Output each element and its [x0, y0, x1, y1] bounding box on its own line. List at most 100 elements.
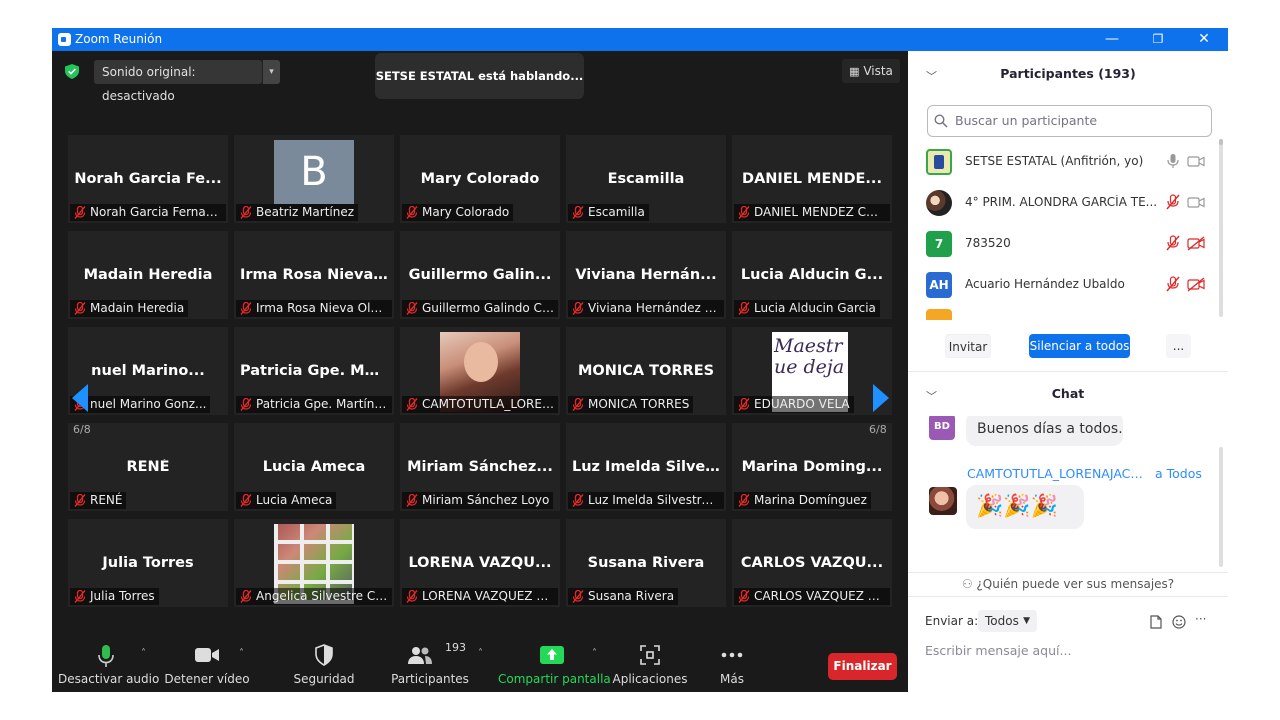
minimize-button[interactable]: — — [1089, 28, 1135, 51]
participants-button[interactable]: 193 Participantes — [386, 636, 474, 692]
participant-row[interactable]: 4° PRIM. ALONDRA GARCÍA TE... — [908, 183, 1218, 224]
close-button[interactable]: ✕ — [1181, 28, 1227, 51]
participant-display-name: Luz Imelda Silve... — [572, 459, 720, 475]
active-speaker-banner: SETSE ESTATAL está hablando... — [375, 53, 584, 99]
participant-name: nuel Marino Gonz... — [90, 397, 207, 411]
participant-tile[interactable]: LORENA VAZQU... LORENA VAZQUEZ A... — [400, 519, 560, 607]
video-camera-icon[interactable] — [1187, 194, 1205, 210]
participant-tile[interactable]: Patricia Gpe. Ma... Patricia Gpe. Martíne… — [234, 327, 394, 415]
who-can-see-notice[interactable]: ⚇ ¿Quién puede ver sus mensajes? — [908, 577, 1228, 591]
participant-tile[interactable]: Viviana Hernán... Viviana Hernández d... — [566, 231, 726, 319]
participant-name: CARLOS VAZQUEZ SA... — [754, 589, 890, 603]
video-camera-icon[interactable] — [1187, 153, 1205, 169]
security-shield-icon — [315, 644, 333, 666]
participant-name: MONICA TORRES — [588, 397, 690, 411]
participant-list: SETSE ESTATAL (Anfitrión, yo) 4° PRIM. AL… — [908, 142, 1218, 320]
microphone-icon[interactable] — [1164, 153, 1182, 169]
muted-microphone-icon[interactable] — [1164, 194, 1182, 210]
muted-microphone-icon — [738, 397, 750, 411]
page-indicator-right: 6/8 — [869, 423, 887, 436]
participant-search-input[interactable]: Buscar un participante — [927, 105, 1212, 137]
logo-emblem — [934, 155, 944, 169]
muted-microphone-icon — [240, 205, 252, 219]
share-options-caret-icon[interactable]: ˄ — [592, 648, 597, 659]
participant-tile[interactable]: CARLOS VAZQU... CARLOS VAZQUEZ SA... — [732, 519, 892, 607]
stop-video-button[interactable]: Detener vídeo — [164, 636, 250, 692]
original-sound-caret-icon[interactable]: ▾ — [262, 60, 280, 84]
face-shape — [464, 342, 498, 382]
participant-list-scrollbar[interactable] — [1219, 139, 1223, 317]
chat-scrollbar[interactable] — [1219, 447, 1223, 567]
participant-tile[interactable]: Escamilla Escamilla — [566, 135, 726, 223]
original-sound-button[interactable]: Sonido original: desactivado — [94, 60, 262, 103]
participant-tile[interactable]: nuel Marino... nuel Marino Gonz... — [68, 327, 228, 415]
file-attach-icon[interactable] — [1150, 615, 1162, 629]
invite-button[interactable]: Invitar — [945, 334, 991, 358]
participant-display-name: Escamilla — [607, 171, 685, 187]
participant-tile[interactable]: Luz Imelda Silve... Luz Imelda Silvestre … — [566, 423, 726, 511]
more-button[interactable]: Más — [706, 636, 758, 692]
participants-header: Participantes (193) — [1000, 66, 1136, 81]
participant-tile[interactable]: Lucia Ameca Lucia Ameca — [234, 423, 394, 511]
muted-microphone-icon — [406, 301, 418, 315]
participant-tile[interactable]: Angelica Silvestre Ch... — [234, 519, 394, 607]
audio-options-caret-icon[interactable]: ˄ — [141, 648, 146, 659]
participant-tile[interactable]: Julia Torres Julia Torres — [68, 519, 228, 607]
participant-name-label: MONICA TORRES — [568, 396, 694, 413]
next-page-arrow-icon[interactable] — [873, 384, 889, 412]
participant-tile[interactable]: Irma Rosa Nieva... Irma Rosa Nieva Olm... — [234, 231, 394, 319]
participant-tile[interactable]: Madain Heredia Madain Heredia — [68, 231, 228, 319]
emoji-icon[interactable] — [1172, 615, 1186, 629]
participant-tile[interactable]: RENÉ RENÉ — [68, 423, 228, 511]
participant-tile[interactable]: Norah Garcia Fe... Norah Garcia Fernan... — [68, 135, 228, 223]
participants-more-button[interactable]: ... — [1166, 334, 1191, 358]
muted-microphone-icon — [406, 397, 418, 411]
participant-name-label: Luz Imelda Silvestre C... — [568, 492, 724, 509]
muted-microphone-icon — [240, 589, 252, 603]
participant-name-label: Susana Rivera — [568, 588, 679, 605]
participant-tile[interactable]: Susana Rivera Susana Rivera — [566, 519, 726, 607]
participant-tile[interactable]: MONICA TORRES MONICA TORRES — [566, 327, 726, 415]
video-options-caret-icon[interactable]: ˄ — [239, 648, 244, 659]
participant-name: Angelica Silvestre Ch... — [256, 589, 392, 603]
participant-tile[interactable]: DANIEL MENDE... DANIEL MENDEZ CAS... — [732, 135, 892, 223]
chat-message-input[interactable]: Escribir mensaje aquí... — [925, 640, 1215, 662]
chat-more-button[interactable]: ··· — [1195, 612, 1206, 626]
muted-microphone-icon[interactable] — [1164, 276, 1182, 292]
search-icon — [934, 114, 948, 128]
participant-tile[interactable]: B Beatriz Martínez — [234, 135, 394, 223]
mute-all-button[interactable]: Silenciar a todos — [1029, 334, 1130, 358]
apps-button[interactable]: Aplicaciones — [612, 636, 688, 692]
security-button[interactable]: Seguridad — [288, 636, 360, 692]
participant-tile[interactable]: Marina Doming... Marina Domínguez — [732, 423, 892, 511]
participant-display-name: Miriam Sánchez... — [407, 459, 553, 475]
end-meeting-button[interactable]: Finalizar — [828, 653, 897, 680]
view-button[interactable]: ▦ Vista — [842, 59, 900, 83]
encryption-shield-icon[interactable] — [65, 64, 79, 79]
participant-name: Julia Torres — [90, 589, 155, 603]
muted-microphone-icon[interactable] — [1164, 235, 1182, 251]
participant-tile[interactable]: CAMTOTUTLA_LOREN... — [400, 327, 560, 415]
participant-tile[interactable]: Lucia Alducin G... Lucia Alducin Garcia — [732, 231, 892, 319]
participants-options-caret-icon[interactable]: ˄ — [478, 648, 483, 659]
participant-tile[interactable]: Mary Colorado Mary Colorado — [400, 135, 560, 223]
participant-row[interactable]: 7 783520 — [908, 224, 1218, 265]
mute-audio-button[interactable]: Desactivar audio — [58, 636, 159, 692]
participant-row[interactable]: SETSE ESTATAL (Anfitrión, yo) — [908, 142, 1218, 183]
send-to-dropdown[interactable]: Todos ▼ — [978, 610, 1037, 632]
participant-tile[interactable]: Maestr ue deja EDUARDO VELA — [732, 327, 892, 415]
participant-tile[interactable]: Guillermo Galin... Guillermo Galindo Co..… — [400, 231, 560, 319]
participant-list-scroll-thumb[interactable] — [1219, 139, 1223, 145]
participant-name-label: Viviana Hernández d... — [568, 300, 724, 317]
participant-row[interactable]: AH Acuario Hernández Ubaldo — [908, 265, 1218, 306]
chat-sender-name[interactable]: CAMTOTUTLA_LORENAJACO... — [967, 466, 1145, 481]
video-off-icon[interactable] — [1187, 276, 1205, 292]
previous-page-arrow-icon[interactable] — [72, 384, 88, 412]
restore-button[interactable]: ❐ — [1135, 28, 1181, 51]
video-off-icon[interactable] — [1187, 235, 1205, 251]
participant-name: Marina Domínguez — [754, 493, 867, 507]
participant-name: Irma Rosa Nieva Olm... — [256, 301, 392, 315]
participant-tile[interactable]: Miriam Sánchez... Miriam Sánchez Loyo — [400, 423, 560, 511]
share-screen-button[interactable]: Compartir pantalla — [498, 636, 611, 692]
participant-name: Guillermo Galindo Co... — [422, 301, 558, 315]
